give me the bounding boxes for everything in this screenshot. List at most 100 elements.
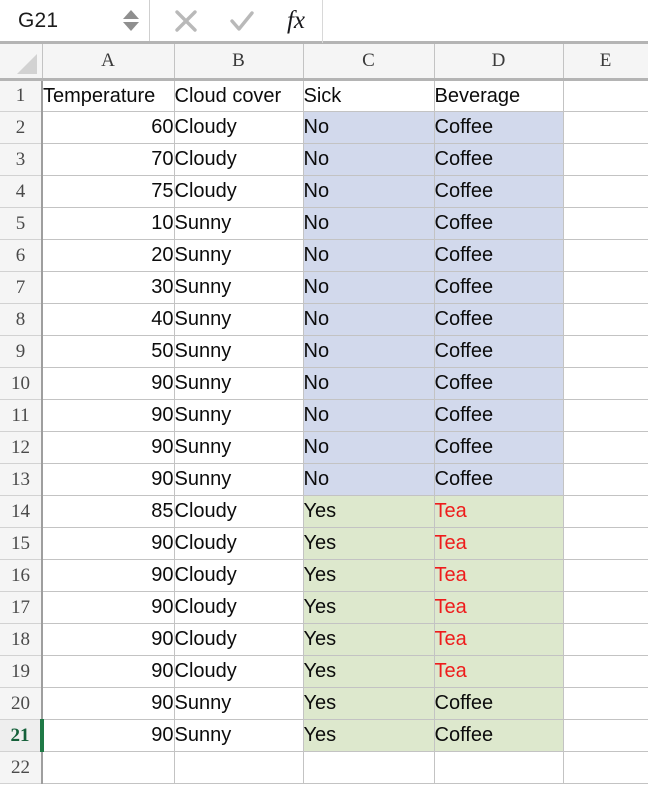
cell-d18[interactable]: Tea: [434, 623, 564, 656]
cell-c9[interactable]: No: [303, 335, 435, 368]
cell-e1[interactable]: [563, 79, 648, 112]
spinner-up-icon[interactable]: [123, 10, 139, 19]
cell-e12[interactable]: [563, 431, 648, 464]
cell-d9[interactable]: Coffee: [434, 335, 564, 368]
cell-e22[interactable]: [563, 751, 648, 784]
confirm-button[interactable]: [214, 0, 270, 43]
cell-a5[interactable]: 10: [42, 207, 175, 240]
cell-b18[interactable]: Cloudy: [174, 623, 304, 656]
cell-b15[interactable]: Cloudy: [174, 527, 304, 560]
cell-b2[interactable]: Cloudy: [174, 111, 304, 144]
cell-a8[interactable]: 40: [42, 303, 175, 336]
cell-e16[interactable]: [563, 559, 648, 592]
cell-b13[interactable]: Sunny: [174, 463, 304, 496]
row-header-9[interactable]: 9: [0, 335, 43, 368]
cell-b3[interactable]: Cloudy: [174, 143, 304, 176]
cell-e21[interactable]: [563, 719, 648, 752]
column-header-e[interactable]: E: [563, 44, 648, 81]
cell-c18[interactable]: Yes: [303, 623, 435, 656]
cell-d19[interactable]: Tea: [434, 655, 564, 688]
cell-e3[interactable]: [563, 143, 648, 176]
name-box[interactable]: G21: [0, 0, 150, 41]
cell-a19[interactable]: 90: [42, 655, 175, 688]
cell-d6[interactable]: Coffee: [434, 239, 564, 272]
row-header-22[interactable]: 22: [0, 751, 43, 784]
cell-a17[interactable]: 90: [42, 591, 175, 624]
name-box-spinner[interactable]: [123, 10, 143, 31]
cell-d11[interactable]: Coffee: [434, 399, 564, 432]
cell-a3[interactable]: 70: [42, 143, 175, 176]
cell-b10[interactable]: Sunny: [174, 367, 304, 400]
cell-c1[interactable]: Sick: [303, 79, 435, 112]
cell-d1[interactable]: Beverage: [434, 79, 564, 112]
cell-b20[interactable]: Sunny: [174, 687, 304, 720]
row-header-13[interactable]: 13: [0, 463, 43, 496]
cell-d16[interactable]: Tea: [434, 559, 564, 592]
cell-d5[interactable]: Coffee: [434, 207, 564, 240]
cell-b21[interactable]: Sunny: [174, 719, 304, 752]
row-header-12[interactable]: 12: [0, 431, 43, 464]
row-header-14[interactable]: 14: [0, 495, 43, 528]
cell-d21[interactable]: Coffee: [434, 719, 564, 752]
cell-a1[interactable]: Temperature: [42, 79, 175, 112]
cell-e8[interactable]: [563, 303, 648, 336]
cell-d15[interactable]: Tea: [434, 527, 564, 560]
cell-a7[interactable]: 30: [42, 271, 175, 304]
cell-a13[interactable]: 90: [42, 463, 175, 496]
cell-b14[interactable]: Cloudy: [174, 495, 304, 528]
cell-a20[interactable]: 90: [42, 687, 175, 720]
cell-d2[interactable]: Coffee: [434, 111, 564, 144]
row-header-15[interactable]: 15: [0, 527, 43, 560]
cell-e13[interactable]: [563, 463, 648, 496]
column-header-a[interactable]: A: [42, 44, 175, 81]
row-header-16[interactable]: 16: [0, 559, 43, 592]
cell-b22[interactable]: [174, 751, 304, 784]
cell-a22[interactable]: [42, 751, 175, 784]
cell-d20[interactable]: Coffee: [434, 687, 564, 720]
cell-e11[interactable]: [563, 399, 648, 432]
row-header-10[interactable]: 10: [0, 367, 43, 400]
cell-c22[interactable]: [303, 751, 435, 784]
cell-c19[interactable]: Yes: [303, 655, 435, 688]
cell-d10[interactable]: Coffee: [434, 367, 564, 400]
cell-c21[interactable]: Yes: [303, 719, 435, 752]
column-header-b[interactable]: B: [174, 44, 304, 81]
cell-a14[interactable]: 85: [42, 495, 175, 528]
formula-input[interactable]: [323, 0, 648, 41]
row-header-2[interactable]: 2: [0, 111, 43, 144]
cell-a6[interactable]: 20: [42, 239, 175, 272]
cancel-button[interactable]: [158, 0, 214, 43]
spinner-down-icon[interactable]: [123, 22, 139, 31]
cell-c14[interactable]: Yes: [303, 495, 435, 528]
cell-b1[interactable]: Cloud cover: [174, 79, 304, 112]
cell-c20[interactable]: Yes: [303, 687, 435, 720]
cell-a10[interactable]: 90: [42, 367, 175, 400]
cell-c15[interactable]: Yes: [303, 527, 435, 560]
cell-c8[interactable]: No: [303, 303, 435, 336]
cell-e18[interactable]: [563, 623, 648, 656]
cell-e14[interactable]: [563, 495, 648, 528]
cell-d14[interactable]: Tea: [434, 495, 564, 528]
cell-a21[interactable]: 90: [42, 719, 175, 752]
cell-b5[interactable]: Sunny: [174, 207, 304, 240]
cell-d13[interactable]: Coffee: [434, 463, 564, 496]
cell-e10[interactable]: [563, 367, 648, 400]
cell-a16[interactable]: 90: [42, 559, 175, 592]
cell-d22[interactable]: [434, 751, 564, 784]
cell-d4[interactable]: Coffee: [434, 175, 564, 208]
row-header-11[interactable]: 11: [0, 399, 43, 432]
cell-b8[interactable]: Sunny: [174, 303, 304, 336]
row-header-19[interactable]: 19: [0, 655, 43, 688]
cell-a2[interactable]: 60: [42, 111, 175, 144]
cell-e5[interactable]: [563, 207, 648, 240]
cell-b9[interactable]: Sunny: [174, 335, 304, 368]
cell-e2[interactable]: [563, 111, 648, 144]
column-header-d[interactable]: D: [434, 44, 564, 81]
cell-d17[interactable]: Tea: [434, 591, 564, 624]
cell-e20[interactable]: [563, 687, 648, 720]
row-header-21[interactable]: 21: [0, 719, 44, 752]
cell-e6[interactable]: [563, 239, 648, 272]
cell-b16[interactable]: Cloudy: [174, 559, 304, 592]
cell-d8[interactable]: Coffee: [434, 303, 564, 336]
cell-c12[interactable]: No: [303, 431, 435, 464]
